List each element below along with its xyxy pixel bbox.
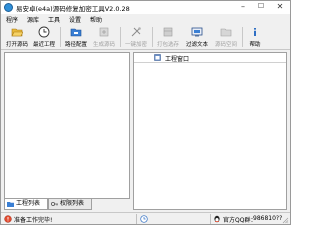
maximize-button[interactable]: ☐: [252, 1, 270, 13]
toolbar-divider: [242, 27, 243, 47]
project-list-panel[interactable]: [4, 52, 130, 199]
qq-group-number[interactable]: 986810??: [253, 215, 282, 222]
status-message: 准备工作完毕!: [14, 217, 53, 224]
qq-icon: [214, 215, 220, 223]
tab-project-list[interactable]: 工程列表: [4, 199, 48, 210]
source-space-label: 源码空间: [214, 42, 237, 48]
project-window-title: 工程窗口: [165, 56, 190, 63]
space-folder-icon: [220, 28, 232, 37]
recent-projects-label: 最近工程: [32, 42, 55, 48]
help-label: 帮助: [249, 42, 261, 48]
path-config-button[interactable]: 路径配置: [63, 24, 89, 50]
project-window-icon: [154, 54, 161, 61]
clock-icon: [38, 26, 50, 38]
title-bar: 易安卓(e4a)源码修复加密工具V2.0.28 – ☐ ✕: [1, 1, 290, 14]
generate-source-button[interactable]: 生成源码: [91, 24, 117, 50]
left-panel-tabs: 工程列表 权限列表: [4, 199, 130, 210]
menu-tools[interactable]: 工具: [48, 15, 60, 24]
menu-settings[interactable]: 设置: [69, 15, 81, 24]
package-label: 打包选存: [156, 42, 179, 48]
encrypt-icon: [131, 27, 141, 37]
window-title: 易安卓(e4a)源码修复加密工具V2.0.28: [16, 5, 130, 13]
status-divider: [136, 214, 137, 224]
path-config-label: 路径配置: [64, 42, 87, 48]
help-button[interactable]: 帮助: [245, 24, 265, 50]
recent-projects-button[interactable]: 最近工程: [31, 24, 57, 50]
toolbar: 打开源码 最近工程 路径配置 生成源码 一键加密 打包选存 过滤文本 源码空间 …: [1, 24, 290, 50]
status-divider: [210, 214, 211, 224]
menu-help[interactable]: 帮助: [90, 15, 102, 24]
source-space-button[interactable]: 源码空间: [213, 24, 239, 50]
project-window-panel[interactable]: 工程窗口: [133, 52, 287, 210]
generate-icon: [99, 27, 109, 37]
tab-permission-list[interactable]: 权限列表: [48, 199, 92, 210]
path-folder-icon: [70, 28, 82, 37]
status-message-icon: [4, 215, 12, 223]
package-icon: [163, 27, 173, 37]
open-source-label: 打开源码: [5, 42, 28, 48]
toolbar-divider: [152, 27, 153, 47]
info-icon: [254, 28, 256, 36]
clock-icon: [140, 215, 148, 223]
key-icon: [51, 202, 58, 206]
menu-bar: 程序 源库 工具 设置 帮助: [1, 14, 290, 24]
open-source-button[interactable]: 打开源码: [4, 24, 30, 50]
qq-group-link[interactable]: 官方QQ群：: [223, 215, 256, 224]
package-button[interactable]: 打包选存: [155, 24, 181, 50]
app-logo-icon: [4, 3, 13, 12]
resize-grip-icon[interactable]: [281, 216, 289, 224]
open-folder-icon: [11, 28, 23, 37]
project-window-header: 工程窗口: [134, 53, 286, 63]
menu-program[interactable]: 程序: [6, 15, 18, 24]
toolbar-divider: [120, 27, 121, 47]
filter-text-label: 过滤文本: [185, 42, 208, 48]
toolbar-divider: [60, 27, 61, 47]
one-click-encrypt-label: 一键加密: [124, 42, 147, 48]
menu-source-lib[interactable]: 源库: [27, 15, 39, 24]
status-bar: 准备工作完毕! 官方QQ群： 986810??: [1, 212, 290, 224]
minimize-button[interactable]: –: [234, 1, 252, 13]
filter-icon: [191, 27, 203, 37]
filter-text-button[interactable]: 过滤文本: [184, 24, 210, 50]
close-button[interactable]: ✕: [271, 1, 289, 13]
tab-permission-list-label: 权限列表: [60, 200, 85, 207]
tab-project-list-label: 工程列表: [16, 200, 41, 207]
project-list-icon: [7, 202, 14, 207]
one-click-encrypt-button[interactable]: 一键加密: [123, 24, 149, 50]
generate-source-label: 生成源码: [92, 42, 115, 48]
app-window: 易安卓(e4a)源码修复加密工具V2.0.28 – ☐ ✕ 程序 源库 工具 设…: [0, 0, 291, 225]
